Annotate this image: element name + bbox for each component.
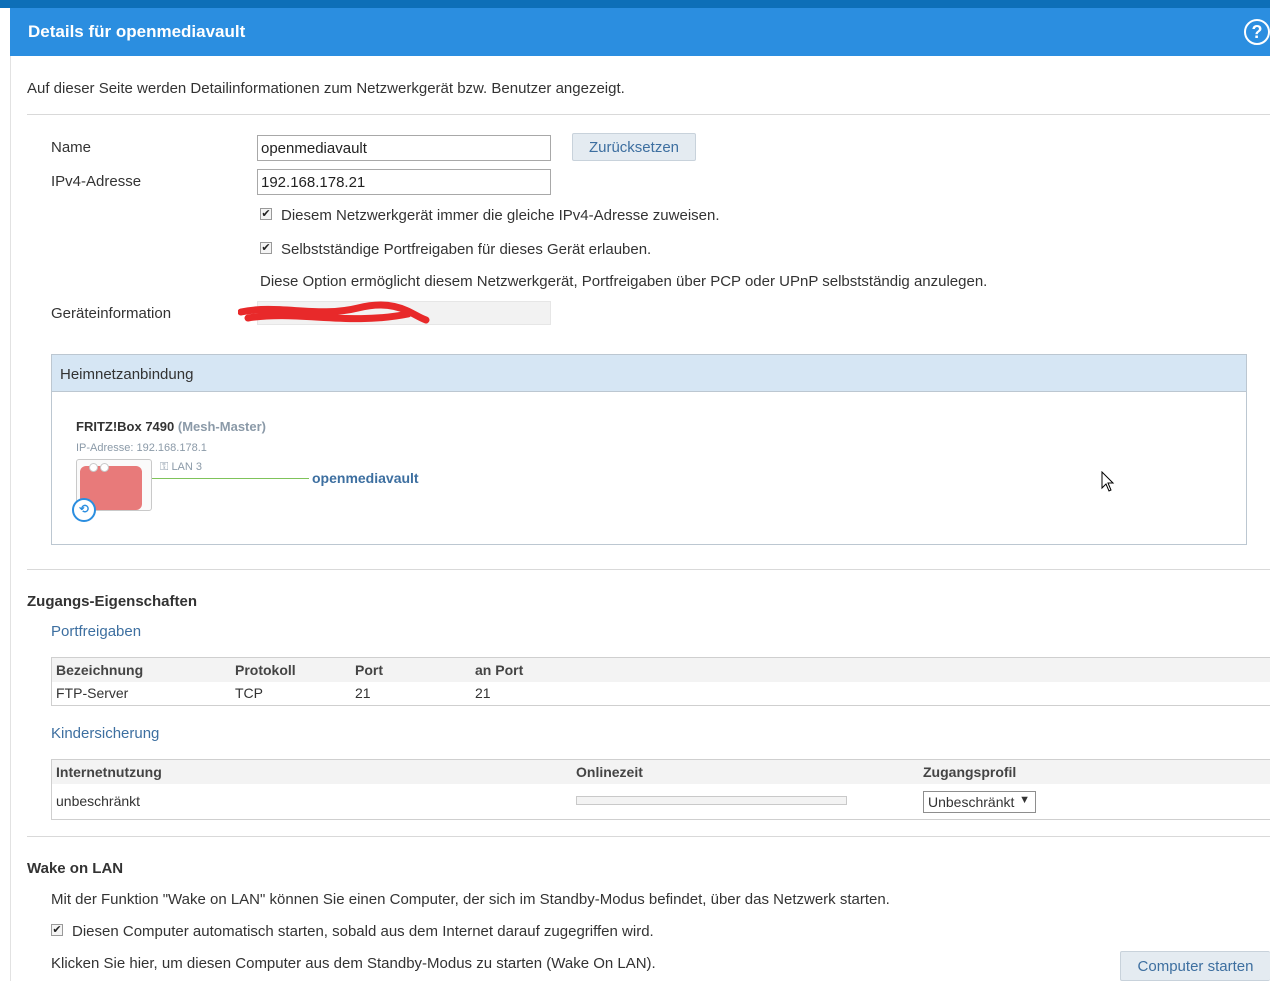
col-header: Protokoll: [235, 662, 296, 678]
col-header: Zugangsprofil: [923, 764, 1017, 780]
wol-manual-hint: Klicken Sie hier, um diesen Computer aus…: [51, 955, 656, 972]
table-cell: TCP: [235, 685, 263, 701]
router-led: [89, 463, 98, 472]
router-name: FRITZ!Box 7490 (Mesh-Master): [76, 419, 266, 434]
lan-port: LAN 3: [171, 461, 203, 473]
wol-section-title: Wake on LAN: [27, 860, 124, 877]
network-icon: ⚿: [160, 461, 169, 473]
portfw-label: Selbstständige Portfreigaben für dieses …: [281, 241, 652, 258]
wol-auto-label: Diesen Computer automatisch starten, sob…: [72, 923, 654, 940]
top-accent-strip: [0, 0, 1270, 8]
lan-port-label: ⚿ LAN 3: [160, 461, 202, 474]
page-titlebar: Details für openmediavault ?: [10, 8, 1270, 56]
option-hint: Diese Option ermöglicht diesem Netzwerkg…: [260, 273, 988, 290]
mouse-cursor-icon: [1101, 471, 1115, 492]
intro-text: Auf dieser Seite werden Detailinformatio…: [27, 80, 625, 97]
help-icon[interactable]: ?: [1244, 19, 1270, 45]
table-header-row: Bezeichnung Protokoll Port an Port: [52, 658, 1270, 682]
ipv4-input[interactable]: [257, 169, 551, 195]
same-ip-label: Diesem Netzwerkgerät immer die gleiche I…: [281, 207, 720, 224]
mesh-icon: ⟲: [72, 498, 96, 522]
router-role: (Mesh-Master): [177, 419, 266, 434]
col-header: Internetnutzung: [56, 764, 162, 780]
col-header: Port: [355, 662, 383, 678]
divider: [27, 836, 1270, 837]
usage-cell: unbeschränkt: [56, 793, 141, 809]
reset-button[interactable]: Zurücksetzen: [572, 133, 696, 161]
left-border: [10, 56, 11, 981]
table-cell: 21: [355, 685, 371, 701]
name-input[interactable]: [257, 135, 551, 161]
portfw-checkbox[interactable]: ✔: [260, 242, 272, 254]
profile-selected: Unbeschränkt: [928, 794, 1015, 810]
profile-select[interactable]: Unbeschränkt ▼: [923, 791, 1036, 813]
table-cell: 21: [475, 685, 491, 701]
portfw-section-title: Portfreigaben: [51, 623, 142, 640]
page-title: Details für openmediavault: [28, 22, 246, 41]
table-cell: FTP-Server: [56, 685, 129, 701]
router-ip: IP-Adresse: 192.168.178.1: [76, 442, 207, 454]
homenet-panel: Heimnetzanbindung FRITZ!Box 7490 (Mesh-M…: [51, 354, 1247, 545]
table-header-row: Internetnutzung Onlinezeit Zugangsprofil: [52, 760, 1270, 784]
router-model: FRITZ!Box 7490: [76, 419, 175, 434]
divider: [27, 114, 1270, 115]
parental-section-title: Kindersicherung: [51, 725, 160, 742]
wol-description: Mit der Funktion "Wake on LAN" können Si…: [51, 891, 890, 908]
col-header: an Port: [475, 662, 524, 678]
redaction-scribble: [238, 301, 430, 324]
router-led: [100, 463, 109, 472]
portfw-table: Bezeichnung Protokoll Port an Port FTP-S…: [51, 657, 1270, 706]
connected-device-link[interactable]: openmediavault: [312, 470, 419, 486]
dropdown-arrow-icon: ▼: [1019, 794, 1030, 806]
ipv4-label: IPv4-Adresse: [51, 173, 142, 190]
homenet-header: Heimnetzanbindung: [52, 355, 1246, 392]
wol-auto-checkbox[interactable]: ✔: [51, 924, 63, 936]
lan-connection-line: [152, 478, 309, 479]
access-section-title: Zugangs-Eigenschaften: [27, 593, 198, 610]
same-ip-checkbox[interactable]: ✔: [260, 208, 272, 220]
onlinetime-bar: [576, 796, 847, 805]
divider: [27, 569, 1270, 570]
device-info-label: Geräteinformation: [51, 305, 172, 322]
col-header: Onlinezeit: [576, 764, 643, 780]
name-label: Name: [51, 139, 92, 156]
parental-table: Internetnutzung Onlinezeit Zugangsprofil…: [51, 759, 1270, 820]
col-header: Bezeichnung: [56, 662, 144, 678]
computer-start-button[interactable]: Computer starten: [1120, 951, 1270, 981]
